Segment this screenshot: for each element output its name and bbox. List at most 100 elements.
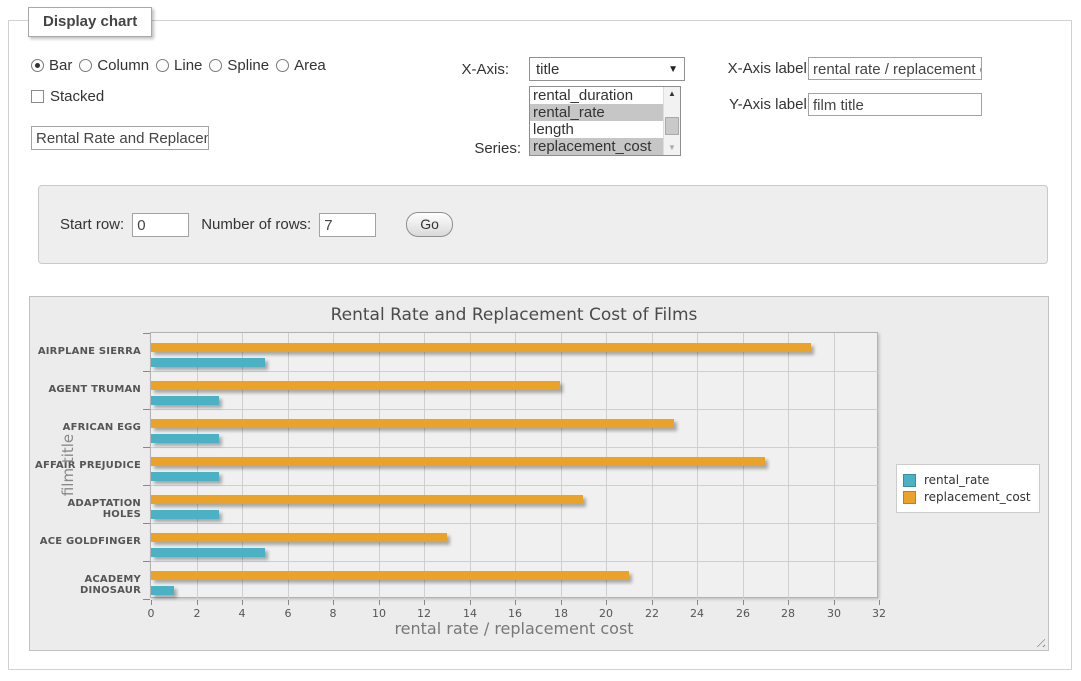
bar-rental_rate[interactable] [151,434,219,443]
radio-icon[interactable] [156,59,169,72]
gridline-vertical [470,333,471,599]
x-axis-tick [879,600,880,605]
start-row-label: Start row: [60,216,124,233]
x-axis-tick [288,600,289,605]
series-options: rental_duration rental_rate length repla… [530,87,663,155]
go-button[interactable]: Go [406,212,453,237]
x-axis-tick [788,600,789,605]
y-axis-label-input[interactable]: film title [808,93,982,116]
bar-rental_rate[interactable] [151,472,219,481]
chart-type-radio-group: Bar Column Line Spline Area [31,57,326,74]
bar-rental_rate[interactable] [151,510,219,519]
series-option-rental-rate[interactable]: rental_rate [530,104,663,121]
bar-replacement_cost[interactable] [151,343,811,352]
series-option-rental-duration[interactable]: rental_duration [530,87,663,104]
y-tick-label: AIRPLANE SIERRA [26,346,141,357]
y-tick-label: AFFAIR PREJUDICE [26,460,141,471]
radio-icon[interactable] [276,59,289,72]
legend-swatch-teal [903,474,916,487]
gridline-horizontal [151,409,879,410]
gridline-vertical [561,333,562,599]
bar-replacement_cost[interactable] [151,457,765,466]
x-axis-select-label: X-Axis: [409,61,509,78]
gridline-vertical [424,333,425,599]
display-chart-tab[interactable]: Display chart [28,7,152,37]
radio-icon[interactable] [31,59,44,72]
legend-item-rental-rate: rental_rate [903,473,1031,487]
x-axis-select[interactable]: title ▼ [529,57,685,81]
x-axis-selected-value: title [536,61,668,78]
radio-label: Spline [227,57,269,74]
y-axis-tick [143,409,150,410]
series-option-replacement-cost[interactable]: replacement_cost [530,138,663,155]
radio-icon[interactable] [79,59,92,72]
start-row-input[interactable]: 0 [132,213,189,237]
listbox-scrollbar[interactable]: ▲ ▼ [663,87,680,155]
y-axis-tick [143,333,150,334]
x-axis-tick [652,600,653,605]
resize-handle-icon[interactable] [1033,635,1045,647]
radio-option-bar[interactable]: Bar [31,57,72,74]
radio-icon[interactable] [209,59,222,72]
bar-replacement_cost[interactable] [151,533,447,542]
chart-container: Rental Rate and Replacement Cost of Film… [29,296,1049,651]
y-axis-tick [143,599,150,600]
x-axis-tick [743,600,744,605]
gridline-horizontal [151,371,879,372]
legend-label: rental_rate [924,473,989,487]
y-axis-label-field-label: Y-Axis label: [721,96,811,113]
series-option-length[interactable]: length [530,121,663,138]
x-axis-tick [834,600,835,605]
y-axis-tick [143,561,150,562]
gridline-vertical [333,333,334,599]
series-list-label: Series: [421,140,521,157]
scroll-up-icon[interactable]: ▲ [668,87,676,101]
chart-title-input[interactable]: Rental Rate and Replacement Cost of Film… [31,126,209,150]
num-rows-input[interactable]: 7 [319,213,376,237]
x-axis-tick [515,600,516,605]
chart-legend: rental_rate replacement_cost [896,464,1040,513]
chart-x-axis-title: rental rate / replacement cost [150,619,878,638]
stacked-checkbox-icon[interactable] [31,90,44,103]
bar-replacement_cost[interactable] [151,381,560,390]
bar-replacement_cost[interactable] [151,495,583,504]
stacked-label: Stacked [50,88,104,105]
radio-option-line[interactable]: Line [156,57,202,74]
gridline-vertical [788,333,789,599]
bar-rental_rate[interactable] [151,586,174,595]
scrollbar-thumb[interactable] [665,117,679,135]
x-axis-label-input[interactable]: rental rate / replacement cost [808,57,982,80]
y-tick-label: AGENT TRUMAN [26,384,141,395]
stacked-checkbox-row[interactable]: Stacked [31,88,104,105]
gridline-vertical [515,333,516,599]
x-axis-label-field-label: X-Axis label: [721,60,811,77]
x-axis-tick [697,600,698,605]
y-axis-tick [143,485,150,486]
chevron-down-icon: ▼ [668,64,678,75]
gridline-vertical [652,333,653,599]
bar-replacement_cost[interactable] [151,419,674,428]
bar-rental_rate[interactable] [151,396,219,405]
y-tick-label: ADAPTATION HOLES [26,498,141,520]
bar-rental_rate[interactable] [151,548,265,557]
legend-swatch-orange [903,491,916,504]
series-listbox[interactable]: rental_duration rental_rate length repla… [529,86,681,156]
gridline-vertical [288,333,289,599]
gridline-vertical [606,333,607,599]
x-axis-tick [606,600,607,605]
radio-option-spline[interactable]: Spline [209,57,269,74]
chart-y-axis-title: film title [59,434,77,496]
x-axis-tick [379,600,380,605]
x-axis-tick [470,600,471,605]
x-axis-tick [561,600,562,605]
bar-replacement_cost[interactable] [151,571,629,580]
x-axis-tick [242,600,243,605]
x-axis-tick [424,600,425,605]
chart-title: Rental Rate and Replacement Cost of Film… [150,305,878,325]
scrollbar-track[interactable] [664,101,680,141]
scroll-down-icon[interactable]: ▼ [668,141,676,155]
radio-option-column[interactable]: Column [79,57,149,74]
gridline-horizontal [151,447,879,448]
bar-rental_rate[interactable] [151,358,265,367]
radio-option-area[interactable]: Area [276,57,326,74]
